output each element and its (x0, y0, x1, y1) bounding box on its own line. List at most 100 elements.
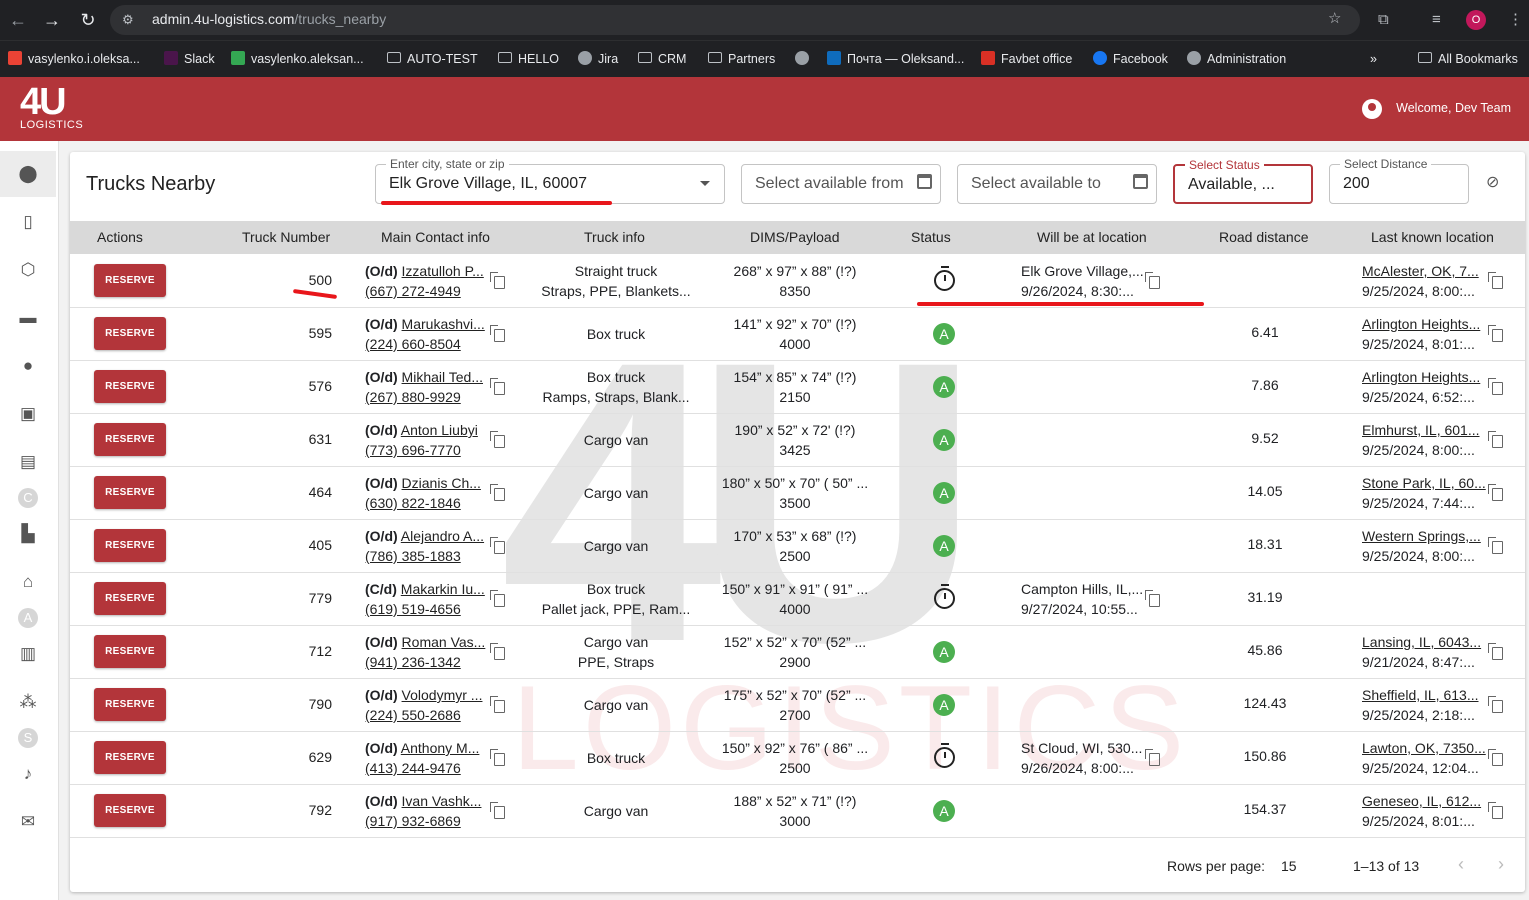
available-to-field[interactable]: Select available to (957, 164, 1157, 204)
reserve-button[interactable]: RESERVE (94, 317, 166, 350)
copy-icon[interactable] (490, 431, 505, 448)
copy-icon[interactable] (1488, 802, 1503, 819)
last-location-link[interactable]: Sheffield, IL, 613... (1362, 687, 1479, 703)
rows-per-page-select[interactable]: 15 (1281, 858, 1297, 874)
copy-icon[interactable] (490, 696, 505, 713)
last-location-link[interactable]: Arlington Heights... (1362, 316, 1480, 332)
contact-name-link[interactable]: Mikhail Ted... (402, 369, 483, 385)
menu-icon[interactable]: ⋮ (1508, 8, 1523, 32)
copy-icon[interactable] (1488, 484, 1503, 501)
last-location-link[interactable]: Elmhurst, IL, 601... (1362, 422, 1480, 438)
location-autocomplete[interactable]: Enter city, state or zip Elk Grove Villa… (375, 157, 725, 204)
copy-icon[interactable] (1488, 431, 1503, 448)
reserve-button[interactable]: RESERVE (94, 423, 166, 456)
copy-icon[interactable] (490, 378, 505, 395)
last-location-link[interactable]: Arlington Heights... (1362, 369, 1480, 385)
last-location-link[interactable]: McAlester, OK, 7... (1362, 263, 1479, 279)
media-control-icon[interactable]: ≡ (1432, 8, 1441, 32)
contact-phone-link[interactable]: (941) 236-1342 (365, 654, 461, 670)
site-settings-icon[interactable]: ⚙ (122, 12, 138, 28)
contact-phone-link[interactable]: (267) 880-9929 (365, 389, 461, 405)
status-select[interactable]: Select Status Available, ... (1173, 158, 1313, 204)
available-from-field[interactable]: Select available from (741, 164, 941, 204)
sidebar-item-factory[interactable]: ▙ (0, 511, 56, 557)
copy-icon[interactable] (490, 643, 505, 660)
contact-name-link[interactable]: Volodymyr ... (402, 687, 483, 703)
bookmark-administration[interactable]: Administration (1187, 50, 1286, 68)
forward-icon[interactable]: → (40, 8, 64, 32)
reserve-button[interactable]: RESERVE (94, 635, 166, 668)
column-main-contact[interactable]: Main Contact info (381, 229, 490, 245)
contact-name-link[interactable]: Alejandro A... (401, 528, 484, 544)
column-dims[interactable]: DIMS/Payload (750, 229, 839, 245)
column-last-location[interactable]: Last known location (1371, 229, 1494, 245)
contact-name-link[interactable]: Ivan Vashk... (402, 793, 482, 809)
copy-icon[interactable] (490, 802, 505, 819)
column-truck-info[interactable]: Truck info (584, 229, 645, 245)
reserve-button[interactable]: RESERVE (94, 476, 166, 509)
copy-icon[interactable] (490, 484, 505, 501)
copy-icon[interactable] (1145, 590, 1160, 607)
reserve-button[interactable]: RESERVE (94, 741, 166, 774)
contact-name-link[interactable]: Roman Vas... (402, 634, 486, 650)
reserve-button[interactable]: RESERVE (94, 794, 166, 827)
bookmark-crm[interactable]: CRM (638, 50, 686, 68)
copy-icon[interactable] (490, 272, 505, 289)
bookmark-hello[interactable]: HELLO (498, 50, 559, 68)
copy-icon[interactable] (490, 325, 505, 342)
copy-icon[interactable] (1145, 272, 1160, 289)
distance-select[interactable]: Select Distance 200 (1329, 157, 1469, 204)
all-bookmarks[interactable]: All Bookmarks (1418, 50, 1518, 68)
logo[interactable]: 4U LOGISTICS (20, 83, 83, 131)
more-bookmarks-button[interactable]: » (1370, 50, 1377, 68)
bookmark-facebook[interactable]: Facebook (1093, 50, 1168, 68)
bookmark-globe[interactable] (795, 50, 815, 68)
column-truck-number[interactable]: Truck Number (242, 229, 330, 245)
account-icon[interactable] (1362, 99, 1382, 119)
copy-icon[interactable] (1488, 643, 1503, 660)
calendar-icon[interactable] (1133, 174, 1148, 189)
reserve-button[interactable]: RESERVE (94, 370, 166, 403)
contact-phone-link[interactable]: (667) 272-4949 (365, 283, 461, 299)
contact-name-link[interactable]: Anton Liubyi (401, 422, 478, 438)
address-bar[interactable]: ⚙ admin.4u-logistics.com/trucks_nearby ☆ (110, 5, 1360, 35)
bookmark-jira[interactable]: Jira (578, 50, 618, 68)
contact-phone-link[interactable]: (786) 385-1883 (365, 548, 461, 564)
extensions-icon[interactable]: ⧉ (1378, 8, 1389, 32)
copy-icon[interactable] (490, 537, 505, 554)
bookmark-auto-test[interactable]: AUTO-TEST (387, 50, 478, 68)
sidebar-item-map[interactable]: ▯ (0, 199, 56, 245)
copy-icon[interactable] (490, 590, 505, 607)
contact-name-link[interactable]: Makarkin Iu... (401, 581, 485, 597)
bookmark-favbet[interactable]: Favbet office (981, 50, 1072, 68)
reserve-button[interactable]: RESERVE (94, 582, 166, 615)
reload-icon[interactable]: ↻ (76, 8, 100, 32)
bookmark-slack[interactable]: Slack (164, 50, 215, 68)
bookmark-email[interactable]: vasylenko.aleksan... (231, 50, 364, 68)
bookmark-partners[interactable]: Partners (708, 50, 775, 68)
bookmark-outlook[interactable]: Почта — Oleksand... (827, 50, 964, 68)
bookmark-star-icon[interactable]: ☆ (1328, 7, 1341, 31)
copy-icon[interactable] (1488, 696, 1503, 713)
contact-phone-link[interactable]: (773) 696-7770 (365, 442, 461, 458)
copy-icon[interactable] (1488, 378, 1503, 395)
sidebar-item-trucks[interactable]: ▬ (0, 295, 56, 341)
copy-icon[interactable] (1488, 537, 1503, 554)
copy-icon[interactable] (1488, 325, 1503, 342)
sidebar-item-mail[interactable]: ✉ (0, 799, 56, 845)
copy-icon[interactable] (1488, 272, 1503, 289)
last-location-link[interactable]: Geneseo, IL, 612... (1362, 793, 1481, 809)
chevron-down-icon[interactable] (700, 181, 710, 186)
last-location-link[interactable]: Stone Park, IL, 60... (1362, 475, 1486, 491)
sidebar-item-notifications[interactable]: ♪ (0, 751, 56, 797)
last-location-link[interactable]: Lawton, OK, 7350... (1362, 740, 1486, 756)
sidebar-item-cube[interactable]: ⬡ (0, 247, 56, 293)
copy-icon[interactable] (1488, 749, 1503, 766)
reserve-button[interactable]: RESERVE (94, 688, 166, 721)
prev-page-icon[interactable]: ‹ (1458, 854, 1464, 875)
back-icon[interactable]: ← (6, 8, 30, 32)
column-status[interactable]: Status (911, 229, 951, 245)
clear-filters-icon[interactable]: ⊘ (1486, 175, 1506, 191)
sidebar-item-location[interactable]: ⬤ (0, 151, 56, 197)
last-location-link[interactable]: Western Springs,... (1362, 528, 1481, 544)
